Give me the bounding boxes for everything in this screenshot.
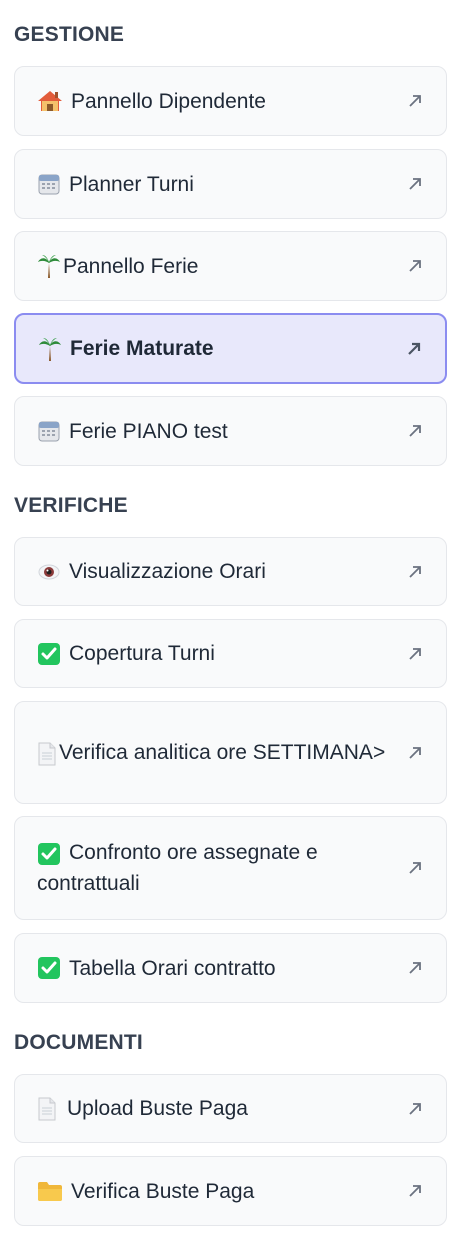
- nav-item-label-wrap: Confronto ore assegnate e contrattuali: [37, 837, 396, 900]
- nav-item-confronto-ore[interactable]: Confronto ore assegnate e contrattuali: [14, 816, 447, 920]
- nav-item-tabella-orari-contratto[interactable]: Tabella Orari contratto: [14, 933, 447, 1003]
- nav-item-label: Ferie PIANO test: [69, 419, 228, 443]
- check-mark-icon: [37, 642, 61, 666]
- nav-item-ferie-maturate[interactable]: Ferie Maturate: [14, 313, 447, 384]
- external-arrow-icon: [409, 647, 421, 660]
- house-icon: [37, 89, 63, 113]
- nav-item-label-wrap: Verifica analitica ore SETTIMANA>: [37, 737, 396, 769]
- nav-item-label: Confronto ore assegnate e contrattuali: [37, 840, 318, 896]
- nav-item-label: Verifica analitica ore SETTIMANA>: [59, 740, 386, 764]
- check-mark-icon: [37, 956, 61, 980]
- nav-item-pannello-ferie[interactable]: Pannello Ferie: [14, 231, 447, 301]
- folder-icon: [37, 1180, 63, 1202]
- section-title-verifiche: VERIFICHE: [14, 494, 128, 517]
- palm-tree-icon: [37, 253, 61, 279]
- external-arrow-icon: [409, 1185, 421, 1197]
- external-arrow-icon: [409, 1102, 421, 1115]
- eye-icon: [37, 560, 61, 584]
- check-mark-icon: [37, 837, 61, 868]
- sidebar-nav: GESTIONE Pannello Dipendente Planner Tur…: [0, 0, 452, 1235]
- nav-item-label: Visualizzazione Orari: [69, 560, 266, 583]
- external-arrow-icon: [409, 962, 421, 974]
- nav-item-upload-buste-paga[interactable]: Upload Buste Paga: [14, 1074, 447, 1143]
- nav-item-pannello-dipendente[interactable]: Pannello Dipendente: [14, 66, 447, 136]
- nav-item-visualizzazione-orari[interactable]: Visualizzazione Orari: [14, 537, 447, 606]
- external-arrow-icon: [409, 178, 421, 190]
- nav-item-copertura-turni[interactable]: Copertura Turni: [14, 619, 447, 688]
- nav-item-label: Pannello Ferie: [63, 254, 199, 278]
- nav-item-ferie-piano-test[interactable]: Ferie PIANO test: [14, 396, 447, 466]
- external-arrow-icon: [409, 95, 421, 107]
- document-icon: [37, 1097, 57, 1121]
- document-icon: [37, 737, 57, 768]
- nav-item-verifica-analitica-ore[interactable]: Verifica analitica ore SETTIMANA>: [14, 701, 447, 804]
- external-arrow-icon: [409, 565, 421, 578]
- calendar-icon: [37, 419, 61, 443]
- palm-tree-icon: [38, 336, 62, 362]
- external-arrow-icon: [409, 425, 421, 437]
- nav-item-verifica-buste-paga[interactable]: Verifica Buste Paga: [14, 1156, 447, 1226]
- external-arrow-icon: [409, 862, 421, 874]
- section-title-gestione: GESTIONE: [14, 23, 125, 46]
- nav-item-label: Ferie Maturate: [70, 337, 214, 360]
- calendar-icon: [37, 172, 61, 196]
- nav-item-label: Tabella Orari contratto: [69, 956, 276, 980]
- external-arrow-icon: [409, 260, 421, 272]
- nav-item-label: Pannello Dipendente: [71, 89, 266, 113]
- external-arrow-icon: [408, 342, 421, 355]
- nav-item-label: Planner Turni: [69, 172, 194, 196]
- nav-item-label: Copertura Turni: [69, 642, 215, 665]
- nav-item-label: Verifica Buste Paga: [71, 1179, 255, 1203]
- section-title-documenti: DOCUMENTI: [14, 1031, 143, 1054]
- external-arrow-icon: [409, 746, 421, 759]
- nav-item-label: Upload Buste Paga: [67, 1097, 248, 1120]
- nav-item-planner-turni[interactable]: Planner Turni: [14, 149, 447, 219]
